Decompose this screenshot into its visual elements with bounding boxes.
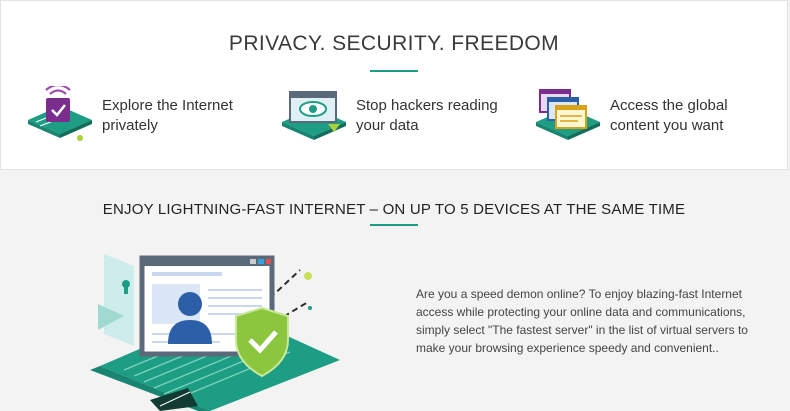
speed-heading: ENJOY LIGHTNING-FAST INTERNET – ON UP TO…	[102, 201, 686, 218]
feature-text: Explore the Internet privately	[102, 97, 233, 134]
wifi-shield-laptop-icon	[28, 86, 92, 141]
feature-global-content: Access the global content you want	[534, 86, 774, 156]
eye-monitor-icon	[282, 91, 346, 140]
speed-description: Are you a speed demon online? To enjoy b…	[416, 287, 748, 355]
speed-heading-underline	[370, 224, 418, 226]
stacked-windows-icon	[536, 89, 600, 140]
feature-text: Stop hackers reading your data	[356, 97, 498, 134]
privacy-heading-underline	[370, 70, 418, 72]
feature-stop-hackers: Stop hackers reading your data	[280, 86, 520, 156]
privacy-heading: PRIVACY. SECURITY. FREEDOM	[228, 32, 560, 55]
feature-text: Access the global content you want	[610, 97, 728, 134]
browser-profile-shield-illustration	[90, 254, 340, 411]
feature-explore-privately: Explore the Internet privately	[26, 86, 266, 156]
